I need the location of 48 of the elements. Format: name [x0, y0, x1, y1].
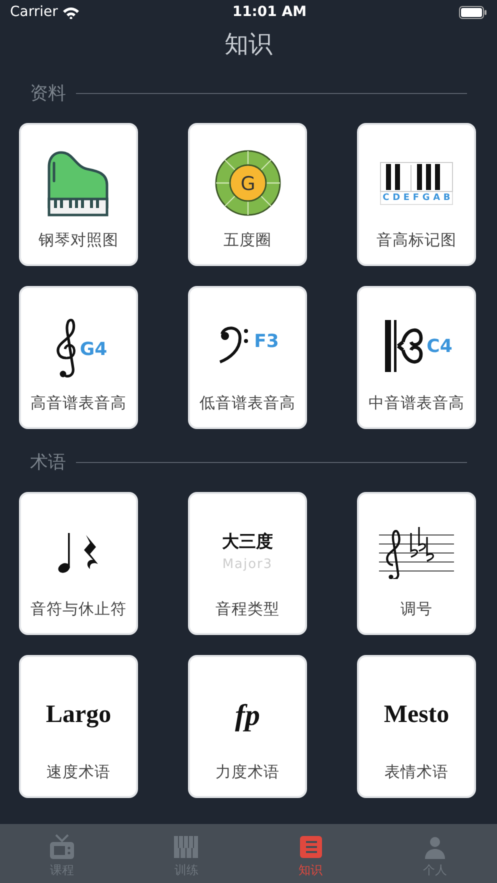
card-label: 钢琴对照图	[38, 230, 118, 250]
card-label: 高音谱表音高	[30, 393, 126, 413]
topic-card[interactable]: C4 中音谱表音高	[357, 286, 476, 429]
topic-card[interactable]: fp 力度术语	[188, 655, 307, 798]
key-letter: A	[433, 192, 440, 204]
term-text: fp	[235, 698, 260, 734]
topic-card[interactable]: 音符与休止符	[19, 492, 138, 635]
note-name: C4	[426, 334, 452, 358]
card-label: 调号	[400, 599, 432, 619]
topic-card[interactable]: Largo 速度术语	[19, 655, 138, 798]
key-letter: B	[443, 192, 450, 204]
status-time: 11:01 AM	[232, 2, 307, 22]
topic-card[interactable]: F3 低音谱表音高	[188, 286, 307, 429]
card-label: 低音谱表音高	[200, 393, 296, 413]
topic-card[interactable]: 调号	[357, 492, 476, 635]
carrier-text: Carrier	[10, 2, 58, 22]
card-label: 力度术语	[216, 762, 280, 782]
card-label: 音高标记图	[376, 230, 456, 250]
key-letter: C	[382, 192, 390, 204]
term-text: Largo	[46, 700, 112, 730]
section-heading: 术语	[30, 451, 66, 475]
piano-keys-icon	[380, 162, 453, 192]
page-title: 知识	[224, 29, 274, 60]
card-label: 表情术语	[384, 762, 448, 782]
key-letter: E	[403, 192, 410, 204]
note-name: G4	[80, 338, 108, 362]
card-label: 音程类型	[216, 599, 280, 619]
key-letter: G	[422, 192, 430, 204]
battery-icon	[458, 6, 487, 18]
wifi-icon	[62, 6, 80, 18]
key-signature-icon	[379, 525, 454, 579]
interval-name: 大三度	[222, 530, 273, 554]
card-label: 音符与休止符	[30, 599, 126, 619]
note-name: F3	[254, 330, 279, 354]
key-letter: D	[392, 192, 400, 204]
note-letter: G	[240, 173, 255, 195]
card-label: 中音谱表音高	[368, 393, 464, 413]
topic-card[interactable]: C D E F G A B 音高标记图	[357, 123, 476, 266]
section-heading: 资料	[30, 82, 66, 106]
topic-card[interactable]: 钢琴对照图	[19, 123, 138, 266]
card-label: 速度术语	[46, 762, 110, 782]
card-label: 五度圈	[224, 230, 272, 250]
topic-card[interactable]: G 五度圈	[188, 123, 307, 266]
tv-icon	[48, 832, 76, 860]
term-text: Mesto	[384, 700, 450, 730]
topic-card[interactable]: G4 高音谱表音高	[19, 286, 138, 429]
topic-card[interactable]: Mesto 表情术语	[357, 655, 476, 798]
key-letter: F	[412, 192, 420, 204]
